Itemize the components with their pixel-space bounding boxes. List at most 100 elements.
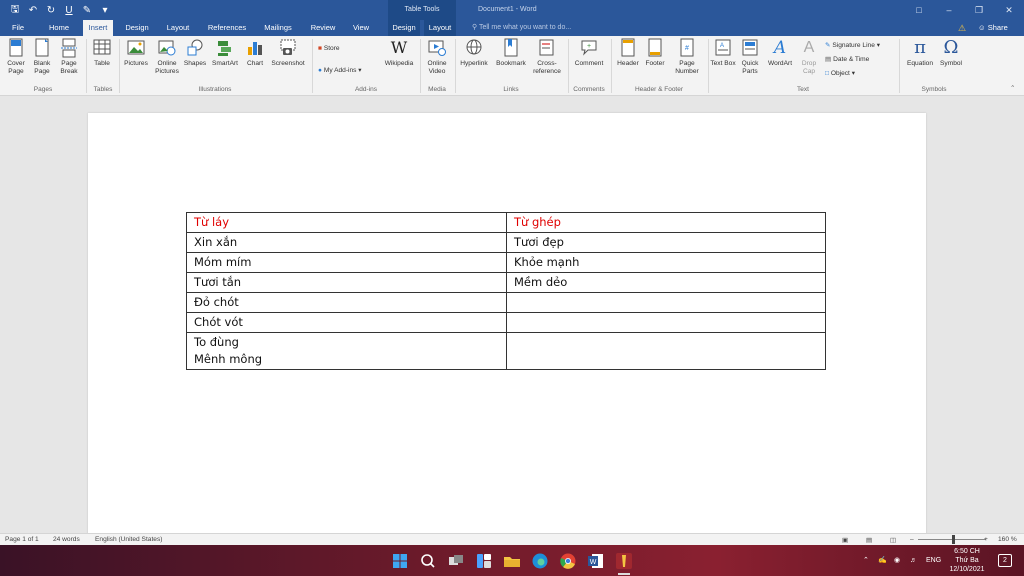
widgets-icon[interactable]: [474, 551, 494, 571]
drop-cap-button[interactable]: A Drop Cap: [797, 38, 821, 76]
group-separator: [119, 39, 120, 93]
pictures-button[interactable]: Pictures: [122, 38, 150, 68]
header-button[interactable]: Header: [614, 38, 642, 68]
bookmark-button[interactable]: Bookmark: [492, 38, 530, 68]
search-icon[interactable]: [418, 551, 438, 571]
save-icon[interactable]: 🖫: [6, 2, 24, 19]
focus-mode-icon[interactable]: ▣: [842, 536, 848, 544]
svg-text:#: #: [685, 45, 689, 52]
language-indicator[interactable]: ENG: [926, 545, 941, 576]
edge-browser-icon[interactable]: [530, 551, 550, 571]
language-status[interactable]: English (United States): [95, 536, 162, 543]
blank-page-button[interactable]: Blank Page: [30, 38, 54, 76]
store-button[interactable]: ■ Store: [318, 44, 340, 53]
zoom-in-icon[interactable]: +: [984, 536, 988, 543]
table-cell[interactable]: Xin xắn: [186, 232, 507, 253]
close-icon[interactable]: ✕: [994, 0, 1024, 20]
table-cell[interactable]: Đỏ chót: [186, 292, 507, 313]
tab-file[interactable]: File: [4, 20, 32, 36]
tab-design[interactable]: Design: [121, 20, 153, 36]
table-button[interactable]: Table: [90, 38, 114, 68]
pinned-app-icon[interactable]: [614, 551, 634, 571]
shapes-button[interactable]: Shapes: [182, 38, 208, 68]
table-header-cell[interactable]: Từ ghép: [506, 212, 826, 233]
tab-layout[interactable]: Layout: [162, 20, 194, 36]
print-layout-icon[interactable]: ▤: [866, 536, 872, 544]
network-icon[interactable]: ◉: [894, 545, 900, 576]
wikipedia-button[interactable]: W Wikipedia: [381, 38, 417, 68]
word-count[interactable]: 24 words: [53, 536, 80, 543]
footer-button[interactable]: Footer: [642, 38, 668, 68]
tab-references[interactable]: References: [204, 20, 250, 36]
tab-mailings[interactable]: Mailings: [258, 20, 298, 36]
page-number-button[interactable]: # Page Number: [670, 38, 704, 76]
text-box-button[interactable]: A Text Box: [710, 38, 736, 68]
table-cell[interactable]: [506, 292, 826, 313]
table-cell[interactable]: [506, 312, 826, 333]
table-cell[interactable]: Mềm dẻo: [506, 272, 826, 293]
tab-review[interactable]: Review: [306, 20, 340, 36]
web-layout-icon[interactable]: ◫: [890, 536, 896, 544]
online-video-button[interactable]: Online Video: [422, 38, 452, 76]
screenshot-button[interactable]: Screenshot: [268, 38, 308, 68]
windows-start-icon[interactable]: [390, 551, 410, 571]
chart-button[interactable]: Chart: [243, 38, 267, 68]
signature-line-button[interactable]: ✎ Signature Line ▾: [825, 41, 880, 50]
file-explorer-icon[interactable]: [502, 551, 522, 571]
document-page[interactable]: Từ láy Từ ghép Xin xắn Tươi đẹp Móm mím …: [88, 113, 926, 543]
online-pictures-button[interactable]: Online Pictures: [152, 38, 182, 76]
table-header-cell[interactable]: Từ láy: [186, 212, 507, 233]
notification-icon[interactable]: 2: [998, 554, 1012, 567]
comment-button[interactable]: + Comment: [570, 38, 608, 68]
restore-icon[interactable]: ❐: [964, 0, 994, 20]
tab-view[interactable]: View: [347, 20, 375, 36]
undo-icon[interactable]: ↶: [24, 5, 42, 16]
tab-home[interactable]: Home: [44, 20, 74, 36]
chart-label: Chart: [246, 60, 264, 67]
cross-reference-button[interactable]: Cross-reference: [530, 38, 564, 76]
underline-icon[interactable]: U: [60, 5, 78, 16]
chrome-browser-icon[interactable]: [558, 551, 578, 571]
collapse-ribbon-icon[interactable]: ⌃: [1010, 84, 1016, 93]
my-addins-button[interactable]: ● My Add-ins ▾: [318, 66, 362, 75]
share-button[interactable]: ☺ Share: [978, 20, 1008, 36]
zoom-level[interactable]: 160 %: [998, 536, 1017, 543]
zoom-slider-thumb[interactable]: [952, 535, 955, 544]
format-painter-icon[interactable]: ✎: [78, 5, 96, 16]
table-cell[interactable]: Khỏe mạnh: [506, 252, 826, 273]
symbol-button[interactable]: Ω Symbol: [937, 38, 965, 68]
word-app-icon[interactable]: W: [586, 551, 606, 571]
page-count[interactable]: Page 1 of 1: [5, 536, 39, 543]
customize-icon[interactable]: ▾: [96, 5, 114, 16]
tab-insert[interactable]: Insert: [83, 20, 113, 36]
tray-overflow-icon[interactable]: ⌃: [863, 545, 869, 576]
object-button[interactable]: □ Object ▾: [825, 69, 855, 78]
zoom-out-icon[interactable]: –: [910, 536, 914, 543]
quick-parts-button[interactable]: Quick Parts: [737, 38, 763, 76]
table-cell[interactable]: Tươi tắn: [186, 272, 507, 293]
table-cell[interactable]: Chót vót: [186, 312, 507, 333]
table-cell[interactable]: Tươi đẹp: [506, 232, 826, 253]
tab-table-design[interactable]: Design: [388, 20, 420, 36]
volume-icon[interactable]: ♬: [910, 545, 917, 576]
cover-page-button[interactable]: Cover Page: [4, 38, 28, 76]
pen-icon[interactable]: ✍: [878, 545, 887, 576]
minimize-icon[interactable]: –: [934, 0, 964, 20]
equation-button[interactable]: π Equation: [903, 38, 937, 68]
task-view-icon[interactable]: [446, 551, 466, 571]
redo-icon[interactable]: ↻: [42, 5, 60, 16]
document-table[interactable]: Từ láy Từ ghép Xin xắn Tươi đẹp Móm mím …: [186, 212, 826, 370]
date-time-button[interactable]: ▤ Date & Time: [825, 55, 869, 64]
wordart-button[interactable]: A WordArt: [764, 38, 796, 68]
tab-table-layout[interactable]: Layout: [424, 20, 456, 36]
smartart-button[interactable]: SmartArt: [209, 38, 241, 68]
hyperlink-button[interactable]: Hyperlink: [457, 38, 491, 68]
ribbon-display-icon[interactable]: □: [904, 0, 934, 20]
table-cell[interactable]: [506, 332, 826, 370]
table-cell[interactable]: Móm mím: [186, 252, 507, 273]
table-cell[interactable]: To đùng Mênh mông: [186, 332, 507, 370]
page-break-button[interactable]: Page Break: [56, 38, 82, 76]
tell-me-box[interactable]: ⚲ Tell me what you want to do...: [472, 20, 571, 36]
warning-icon[interactable]: ⚠: [958, 23, 968, 33]
clock[interactable]: 6:50 CH Thứ Ba 12/10/2021: [946, 547, 988, 576]
